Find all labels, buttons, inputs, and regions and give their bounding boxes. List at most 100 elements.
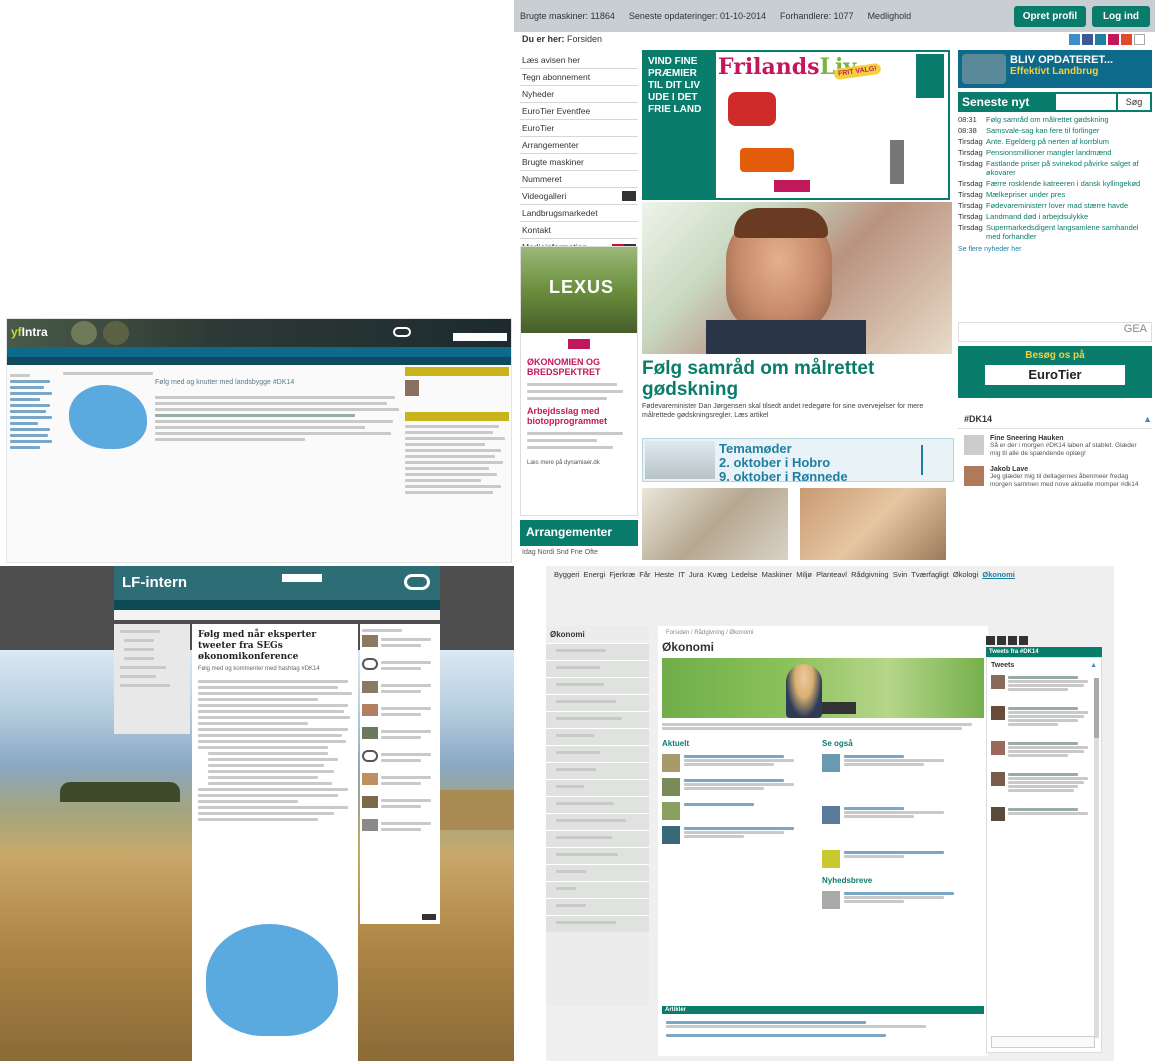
nav-item-eurotier-event[interactable]: EuroTier Eventfee (520, 103, 638, 120)
topic-link[interactable]: Byggeri (554, 570, 579, 579)
topic-link[interactable]: Får (639, 570, 650, 579)
list-item[interactable] (662, 754, 812, 772)
search-input[interactable] (1056, 94, 1116, 110)
list-item[interactable] (362, 681, 438, 696)
gea-ad[interactable]: GEA (958, 322, 1152, 342)
sidebar-item[interactable] (546, 915, 649, 932)
tweet[interactable]: Jakob Lave Jeg glæder mig til deltagernes… (958, 460, 1152, 491)
list-item[interactable]: Tirsdag Færre rosklende katreeren i dansk… (958, 178, 1152, 189)
nav-item-events[interactable]: Arrangementer (520, 137, 638, 154)
list-item[interactable] (362, 727, 438, 742)
list-item[interactable] (822, 850, 972, 868)
list-item[interactable]: Tirsdag Pensionsmillioner mangler landmæn… (958, 147, 1152, 158)
yfintra-subnav[interactable] (7, 357, 511, 365)
article-headline[interactable]: Følg samråd om målrettet gødskning (642, 358, 952, 400)
tweet[interactable] (991, 741, 1097, 758)
topic-link[interactable]: Svin (893, 570, 908, 579)
list-item[interactable]: Tirsdag Supermarkedsdigent langsamlene sa… (958, 222, 1152, 242)
tweet[interactable] (991, 675, 1097, 692)
list-item[interactable]: Tirsdag Ante. Egelderg på nerten af korrb… (958, 136, 1152, 147)
nav-item-video[interactable]: Videogalleri (520, 188, 638, 205)
list-item[interactable] (822, 891, 972, 909)
lf-intern-nav[interactable] (114, 600, 440, 610)
nav-item-read-paper[interactable]: Læs avisen her (520, 52, 638, 69)
tweet[interactable] (991, 772, 1097, 793)
list-item[interactable]: Tirsdag Mælkepriser under pres (958, 189, 1152, 200)
tweet[interactable]: Fine Sneering Hauken Så er der i morgen #… (958, 429, 1152, 460)
nav-item-contact[interactable]: Kontakt (520, 222, 638, 239)
sidebar-item[interactable] (546, 830, 649, 847)
create-profile-button[interactable]: Opret profil (1014, 6, 1086, 27)
scrollbar[interactable] (1094, 678, 1099, 1038)
search-input[interactable] (282, 574, 322, 582)
login-button[interactable]: Log ind (1092, 6, 1150, 27)
frilandsliv-ad[interactable]: VIND FINE PRÆMIER TIL DIT LIV UDE I DET … (642, 50, 950, 200)
stat-help[interactable]: Medlighold (868, 11, 912, 21)
temamoeder-banner[interactable]: Temamøder 2. oktober i Hobro 9. oktober … (642, 438, 954, 484)
hero-image[interactable] (642, 202, 952, 354)
topic-link[interactable]: Fjerkræ (609, 570, 635, 579)
list-item[interactable] (362, 796, 438, 811)
thumb-pigs[interactable] (800, 488, 946, 560)
topic-link[interactable]: Kvæg (708, 570, 728, 579)
sidebar-item[interactable] (546, 796, 649, 813)
topic-link[interactable]: Ledelse (731, 570, 757, 579)
eurotier-ad[interactable]: Besøg os på EuroTier (958, 346, 1152, 398)
mail-icon[interactable] (1019, 636, 1028, 645)
sidebar-item[interactable] (546, 643, 649, 660)
sidebar-item[interactable] (546, 779, 649, 796)
topic-link[interactable]: Økologi (953, 570, 978, 579)
arrangementer-heading[interactable]: Arrangementer (520, 520, 638, 546)
facebook-icon[interactable] (997, 636, 1006, 645)
search-input[interactable] (453, 333, 507, 341)
bliv-opdateret-ad[interactable]: BLIV OPDATERET... Effektivt Landbrug (958, 50, 1152, 88)
nav-item-subscribe[interactable]: Tegn abonnement (520, 69, 638, 86)
sidebar-item[interactable] (546, 711, 649, 728)
list-item[interactable] (362, 819, 438, 834)
list-item[interactable]: Tirsdag Fastlande priser på svinekod påvi… (958, 158, 1152, 178)
nav-item-market[interactable]: Landbrugsmarkedet (520, 205, 638, 222)
topic-link[interactable]: Miljø (796, 570, 812, 579)
sidebar-item[interactable] (546, 847, 649, 864)
see-more-news-link[interactable]: Se flere nyheder her (958, 246, 1152, 253)
tweet[interactable] (991, 706, 1097, 727)
sidebar-item[interactable] (546, 677, 649, 694)
list-item[interactable] (822, 754, 972, 772)
twitter-icon[interactable] (1069, 34, 1080, 45)
day-tabs[interactable]: Idag Nordi Snd Fne Ofte (522, 549, 598, 556)
share-icon[interactable] (1108, 34, 1119, 45)
topic-link[interactable]: Energi (584, 570, 606, 579)
topic-link[interactable]: Rådgivning (851, 570, 889, 579)
nav-item-news[interactable]: Nyheder (520, 86, 638, 103)
list-item[interactable]: 08:38 Samsvale-sag kan fere til forlinger (958, 125, 1152, 136)
list-item[interactable] (362, 658, 438, 673)
nav-item-eurotier[interactable]: EuroTier (520, 120, 638, 137)
lexus-ad[interactable]: LEXUS ØKONOMIEN OG BREDSPEKTRET Arbejdss… (520, 246, 638, 516)
sidebar-item[interactable] (546, 762, 649, 779)
linkedin-icon[interactable] (1095, 34, 1106, 45)
twitter-icon[interactable] (1008, 636, 1017, 645)
topic-link[interactable]: Jura (689, 570, 704, 579)
sidebar-item[interactable] (546, 745, 649, 762)
sidebar-item[interactable] (546, 864, 649, 881)
mail-icon[interactable] (1134, 34, 1145, 45)
topic-link[interactable]: Planteavl (816, 570, 847, 579)
topic-link[interactable]: IT (678, 570, 685, 579)
sidebar-item[interactable] (546, 660, 649, 677)
list-item[interactable]: Tirsdag Fødevareministerr lover mad stærr… (958, 200, 1152, 211)
yfintra-nav[interactable] (7, 347, 511, 357)
tweet[interactable] (991, 807, 1097, 821)
topic-link[interactable]: Heste (655, 570, 675, 579)
list-item[interactable] (822, 806, 972, 824)
print-icon[interactable] (986, 636, 995, 645)
facebook-icon[interactable] (1082, 34, 1093, 45)
list-item[interactable] (362, 750, 438, 765)
nav-item-used-machines[interactable]: Brugte maskiner (520, 154, 638, 171)
list-item[interactable]: 08:31 Følg samråd om målrettet gødskning (958, 114, 1152, 125)
sidebar-item[interactable] (546, 813, 649, 830)
nav-item-issue[interactable]: Nummeret (520, 171, 638, 188)
topic-link[interactable]: Tværfagligt (911, 570, 949, 579)
tweet-compose-input[interactable] (991, 1036, 1095, 1048)
thumb-tablet[interactable] (642, 488, 788, 560)
topic-link-active[interactable]: Økonomi (982, 570, 1015, 579)
